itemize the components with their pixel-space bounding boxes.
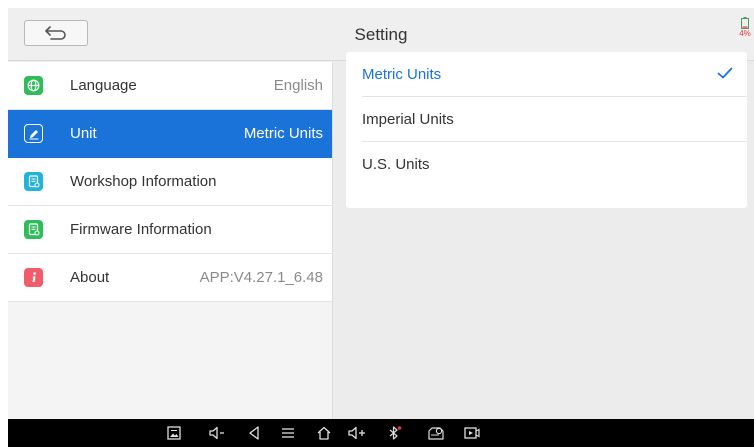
menu-item-label: Language bbox=[70, 77, 137, 94]
globe-icon bbox=[24, 76, 43, 95]
battery-percentage: 4% bbox=[739, 29, 751, 38]
menu-icon[interactable] bbox=[278, 423, 298, 443]
info-icon bbox=[24, 268, 43, 287]
bluetooth-icon[interactable] bbox=[384, 423, 404, 443]
option-us-units[interactable]: U.S. Units bbox=[346, 142, 747, 186]
volume-down-icon[interactable] bbox=[207, 423, 227, 443]
screenshot-icon[interactable] bbox=[164, 423, 184, 443]
vci-connection-icon[interactable] bbox=[426, 423, 446, 443]
menu-item-about[interactable]: About APP:V4.27.1_6.48 bbox=[8, 254, 332, 302]
document-icon bbox=[24, 220, 43, 239]
back-nav-icon[interactable] bbox=[244, 423, 264, 443]
back-arrow-icon bbox=[45, 26, 66, 40]
battery-indicator: 4% bbox=[738, 17, 752, 38]
menu-item-label: Firmware Information bbox=[70, 221, 212, 238]
screen-record-icon[interactable] bbox=[462, 423, 482, 443]
menu-item-language[interactable]: Language English bbox=[8, 62, 332, 110]
option-label: Imperial Units bbox=[362, 110, 454, 128]
option-label: U.S. Units bbox=[362, 155, 430, 173]
unit-options-panel: Metric Units Imperial Units U.S. Units bbox=[346, 52, 747, 208]
option-label: Metric Units bbox=[362, 65, 442, 83]
menu-item-workshop-information[interactable]: Workshop Information bbox=[8, 158, 332, 206]
menu-item-value: Metric Units bbox=[243, 125, 323, 142]
option-imperial-units[interactable]: Imperial Units bbox=[346, 97, 747, 141]
document-icon bbox=[24, 172, 43, 191]
back-button[interactable] bbox=[24, 20, 88, 46]
menu-item-label: About bbox=[70, 269, 110, 286]
menu-item-label: Workshop Information bbox=[70, 173, 217, 190]
menu-item-label: Unit bbox=[70, 125, 97, 142]
battery-icon bbox=[741, 17, 749, 29]
menu-item-firmware-information[interactable]: Firmware Information bbox=[8, 206, 332, 254]
settings-menu: Language English Unit Metric Units Works… bbox=[8, 62, 333, 419]
menu-item-unit[interactable]: Unit Metric Units bbox=[8, 110, 332, 158]
system-navigation-bar bbox=[8, 419, 754, 447]
volume-up-icon[interactable] bbox=[347, 423, 367, 443]
checkmark-icon bbox=[717, 67, 733, 79]
pencil-icon bbox=[24, 124, 43, 143]
app-frame: Setting 4% Language English Unit Metric … bbox=[8, 8, 754, 447]
menu-item-value: APP:V4.27.1_6.48 bbox=[199, 269, 323, 286]
menu-item-value: English bbox=[273, 77, 323, 94]
home-icon[interactable] bbox=[314, 423, 334, 443]
option-metric-units[interactable]: Metric Units bbox=[346, 52, 747, 96]
